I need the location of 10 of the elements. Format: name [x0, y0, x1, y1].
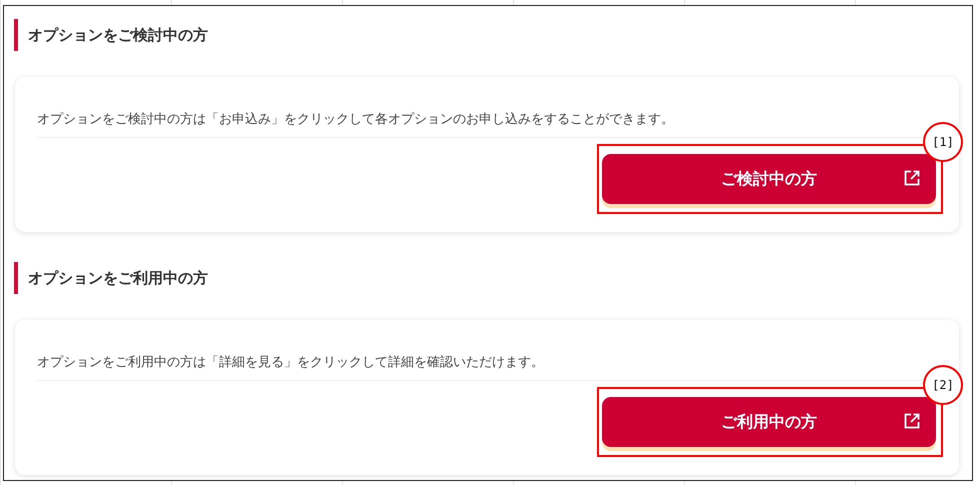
- external-link-icon: [904, 413, 920, 429]
- section-heading: オプションをご検討中の方: [14, 19, 959, 51]
- description-text: オプションをご利用中の方は「詳細を見る」をクリックして詳細を確認いただけます。: [37, 354, 545, 372]
- link-button[interactable]: ご利用中の方: [602, 397, 936, 447]
- annotation-label: [1]: [923, 122, 963, 162]
- external-link-icon: [904, 170, 920, 186]
- annotation-label: [2]: [923, 365, 963, 405]
- section-heading: オプションをご利用中の方: [14, 262, 959, 294]
- link-button[interactable]: ご検討中の方: [602, 154, 936, 204]
- description-text: オプションをご検討中の方は「お申込み」をクリックして各オプションのお申し込みをすることができます。: [37, 111, 675, 129]
